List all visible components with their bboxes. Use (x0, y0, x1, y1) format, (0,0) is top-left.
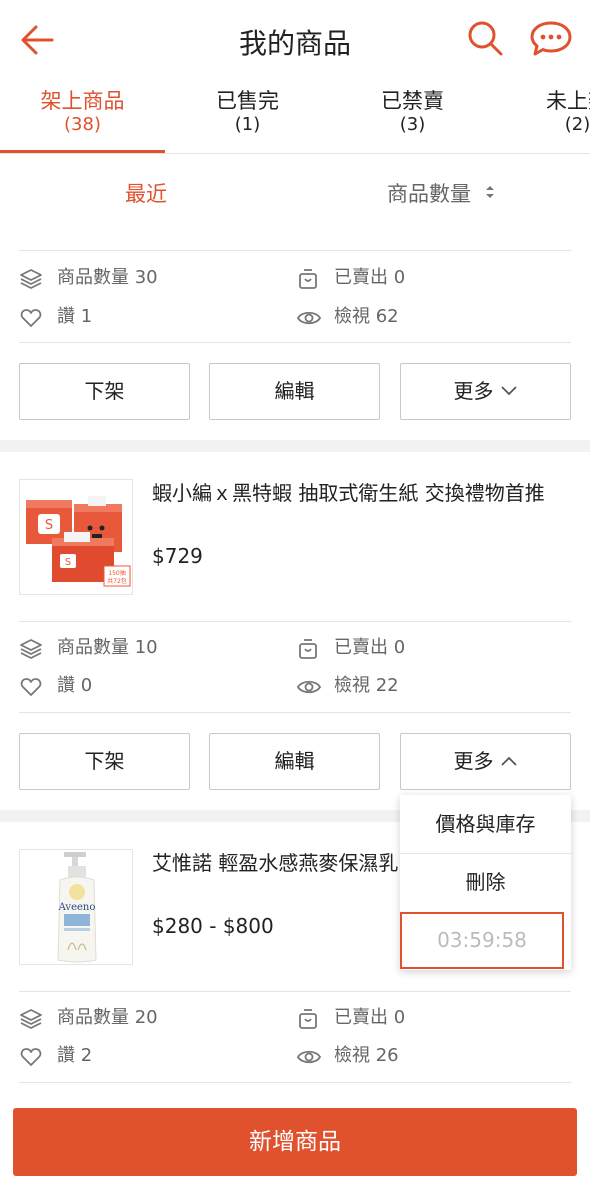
product-price: $280 - $800 (152, 914, 274, 938)
divider (19, 342, 571, 343)
svg-text:共72包: 共72包 (107, 577, 127, 585)
tab-label: 已售完 (216, 89, 279, 113)
tab-count: (3) (399, 114, 426, 135)
layers-icon (20, 639, 42, 659)
edit-button[interactable]: 編輯 (209, 363, 380, 420)
sort-quantity[interactable]: 商品數量 (387, 178, 471, 208)
sort-recent[interactable]: 最近 (125, 178, 167, 208)
divider (19, 712, 571, 713)
divider (19, 1082, 571, 1083)
eye-icon (296, 680, 322, 694)
search-icon[interactable] (465, 18, 505, 58)
tab-label: 未上架 (546, 89, 590, 113)
chevron-down-icon (500, 363, 518, 418)
edit-button[interactable]: 編輯 (209, 733, 380, 790)
section-separator (0, 440, 590, 452)
tab-label: 架上商品 (40, 89, 125, 113)
menu-item-delete[interactable]: 刪除 (400, 853, 571, 911)
countdown-timer[interactable]: 03:59:58 (400, 912, 564, 969)
bottom-bar: 新增商品 (0, 1093, 590, 1181)
header: 我的商品 (0, 0, 590, 80)
heart-icon (20, 309, 42, 327)
add-product-button[interactable]: 新增商品 (13, 1108, 577, 1176)
more-button[interactable]: 更多 (400, 733, 571, 790)
tab-unlisted[interactable]: 未上架 (2) (495, 88, 590, 136)
eye-icon (296, 311, 322, 325)
layers-icon (20, 1009, 42, 1029)
chevron-up-icon (500, 733, 518, 788)
sort-bar: 最近 商品數量 (0, 154, 590, 230)
tissue-box-image: S S 150抽 共72包 (20, 480, 132, 594)
svg-text:Aveeno: Aveeno (58, 902, 96, 913)
product-card: S S 150抽 共72包 蝦小編ｘ黑特蝦 抽取式衛生紙 交換禮物首推 $729… (0, 452, 590, 810)
unlist-button[interactable]: 下架 (19, 363, 190, 420)
tab-count: (38) (64, 114, 101, 135)
more-dropdown-menu: 價格與庫存 刪除 03:59:58 (400, 795, 571, 970)
divider (19, 991, 571, 992)
tab-sold-out[interactable]: 已售完 (1) (165, 88, 330, 136)
tab-label: 已禁賣 (381, 89, 444, 113)
tab-count: (1) (234, 114, 261, 135)
svg-text:S: S (65, 557, 71, 568)
sort-arrows-icon (484, 184, 496, 200)
heart-icon (20, 1048, 42, 1066)
chat-icon[interactable] (529, 18, 573, 58)
heart-icon (20, 678, 42, 696)
more-label: 更多 (453, 749, 494, 773)
unlist-button[interactable]: 下架 (19, 733, 190, 790)
more-button[interactable]: 更多 (400, 363, 571, 420)
lotion-bottle-image: Aveeno (20, 850, 132, 964)
tab-active-listings[interactable]: 架上商品 (38) (0, 88, 165, 136)
divider (19, 250, 571, 251)
product-price: $729 (152, 544, 203, 568)
menu-item-price-stock[interactable]: 價格與庫存 (400, 795, 571, 853)
more-label: 更多 (453, 379, 494, 403)
bag-icon (299, 269, 317, 289)
active-tab-indicator (0, 150, 165, 153)
svg-text:S: S (45, 518, 53, 533)
product-thumbnail[interactable]: S S 150抽 共72包 (19, 479, 133, 595)
tab-count: (2) (564, 114, 590, 135)
bag-icon (299, 1009, 317, 1029)
svg-text:150抽: 150抽 (108, 569, 125, 577)
bag-icon (299, 639, 317, 659)
divider (19, 621, 571, 622)
tab-banned[interactable]: 已禁賣 (3) (330, 88, 495, 136)
layers-icon (20, 269, 42, 289)
eye-icon (296, 1050, 322, 1064)
product-card: 商品數量 30 已賣出 0 讚 1 檢視 62 下架 編輯 更多 (0, 230, 590, 440)
product-thumbnail[interactable]: Aveeno (19, 849, 133, 965)
status-tabs: 架上商品 (38) 已售完 (1) 已禁賣 (3) 未上架 (2) (0, 80, 590, 154)
product-name[interactable]: 蝦小編ｘ黑特蝦 抽取式衛生紙 交換禮物首推 (152, 479, 572, 508)
